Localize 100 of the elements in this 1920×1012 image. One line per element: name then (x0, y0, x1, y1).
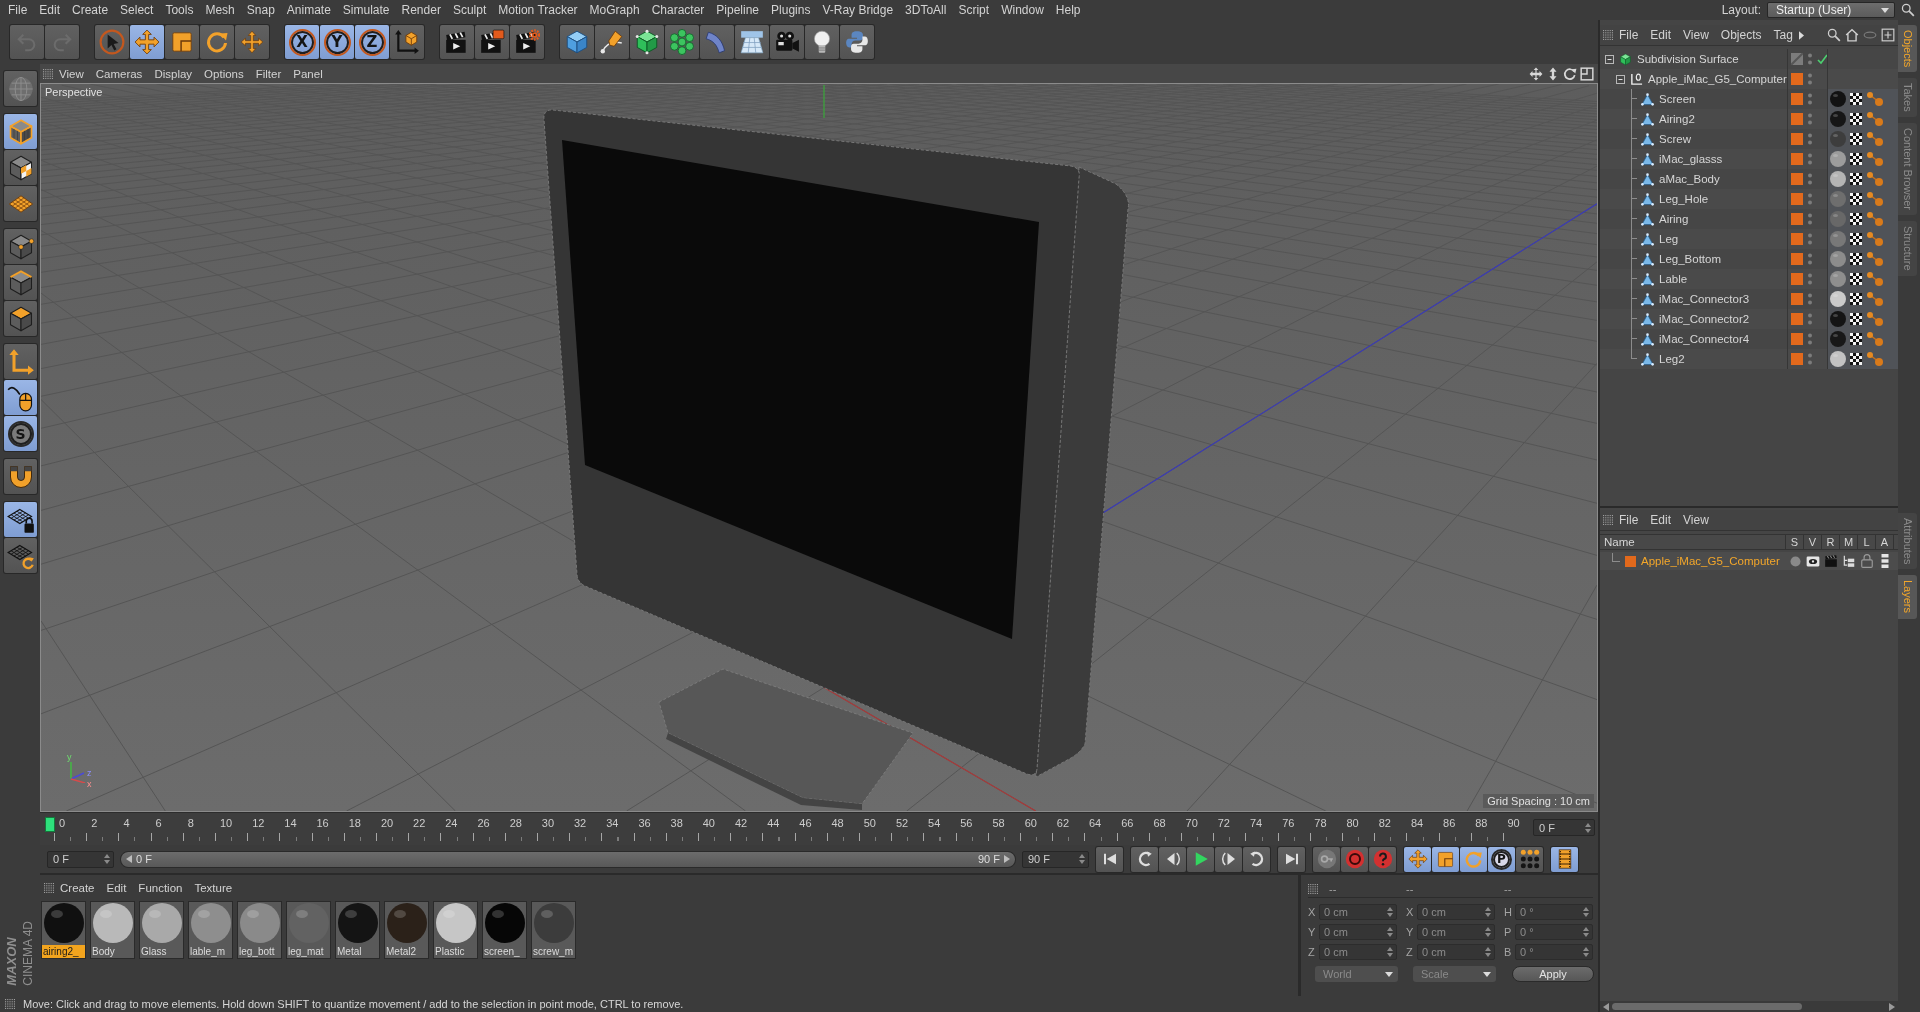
material-tile[interactable]: airing2_ (41, 901, 86, 959)
dot-pair-icon[interactable] (1866, 171, 1884, 187)
menu-item[interactable]: Create (54, 879, 101, 897)
next-key-button[interactable] (1243, 846, 1270, 872)
play-button[interactable] (1187, 846, 1214, 872)
material-tile[interactable]: Metal (335, 901, 380, 959)
lock-icon[interactable] (1861, 554, 1873, 568)
menu-item[interactable]: View (1677, 26, 1715, 44)
menu-item[interactable]: Render (395, 1, 447, 19)
grip-icon[interactable] (43, 68, 53, 79)
layer-swatch-icon[interactable] (1791, 73, 1803, 85)
menu-item[interactable]: Function (132, 879, 189, 897)
layer-swatch-icon[interactable] (1791, 193, 1803, 205)
object-row[interactable]: iMac_Connector2 (1600, 309, 1898, 329)
points-mode-button[interactable] (4, 229, 37, 264)
floor-button[interactable] (735, 25, 769, 59)
checker-tag-icon[interactable] (1850, 113, 1862, 125)
model-mode-button[interactable] (4, 114, 37, 149)
menu-item[interactable]: File (1613, 511, 1645, 529)
menu-item[interactable]: Cameras (89, 64, 149, 83)
material-tile[interactable]: screw_m (531, 901, 576, 959)
dot-pair-icon[interactable] (1866, 231, 1884, 247)
menu-item[interactable]: File (1613, 26, 1645, 44)
layer-swatch-icon[interactable] (1791, 253, 1803, 265)
dot-pair-icon[interactable] (1866, 191, 1884, 207)
checker-tag-icon[interactable] (1850, 233, 1862, 245)
column-header[interactable]: V (1804, 535, 1822, 549)
object-row[interactable]: Leg (1600, 229, 1898, 249)
menu-item[interactable]: Edit (1644, 511, 1678, 529)
layer-swatch-icon[interactable] (1791, 353, 1803, 365)
visibility-dots-icon[interactable] (1807, 252, 1813, 266)
visibility-dots-icon[interactable] (1807, 132, 1813, 146)
menu-item[interactable]: Tag (1767, 26, 1799, 44)
object-row[interactable]: Leg2 (1600, 349, 1898, 369)
dot-pair-icon[interactable] (1866, 311, 1884, 327)
dot-pair-icon[interactable] (1866, 211, 1884, 227)
column-header[interactable]: A (1876, 535, 1894, 549)
dot-pair-icon[interactable] (1866, 151, 1884, 167)
workplane-mode-button[interactable] (4, 186, 37, 221)
monitor-model-drawing[interactable] (543, 109, 1129, 810)
subdivision-button[interactable] (630, 25, 664, 59)
current-frame-field[interactable]: 0 F (1533, 819, 1595, 836)
go-to-start-button[interactable] (1096, 846, 1123, 872)
next-frame-button[interactable] (1215, 846, 1242, 872)
menu-item[interactable]: File (2, 1, 34, 19)
menu-item[interactable]: Mesh (199, 1, 241, 19)
dot-pair-icon[interactable] (1866, 251, 1884, 267)
plus-box-icon[interactable] (1881, 28, 1895, 42)
object-row[interactable]: Airing2 (1600, 109, 1898, 129)
menu-item[interactable]: View (1677, 511, 1715, 529)
layer-swatch-icon[interactable] (1791, 293, 1803, 305)
snap-button[interactable] (4, 459, 37, 494)
checker-tag-icon[interactable] (1850, 273, 1862, 285)
layer-swatch-icon[interactable] (1791, 153, 1803, 165)
menu-item[interactable]: Help (1049, 1, 1087, 19)
workplane-lock-button[interactable] (4, 502, 37, 537)
material-tile[interactable]: Glass (139, 901, 184, 959)
column-header[interactable]: Name (1600, 535, 1786, 549)
checker-tag-icon[interactable] (1850, 253, 1862, 265)
minus-box-icon[interactable] (1616, 74, 1625, 84)
rotation-key-button[interactable] (1460, 846, 1487, 872)
menu-item[interactable]: Character (645, 1, 711, 19)
material-sphere-icon[interactable] (1830, 171, 1846, 187)
menu-item[interactable]: Objects (1714, 26, 1768, 44)
workplane-align-button[interactable] (4, 538, 37, 573)
dot-pair-icon[interactable] (1866, 91, 1884, 107)
dot-pair-icon[interactable] (1866, 111, 1884, 127)
minus-box-icon[interactable] (1605, 54, 1614, 64)
menu-item[interactable]: Motion Tracker (492, 1, 584, 19)
menu-item[interactable]: Tools (159, 1, 200, 19)
side-tab[interactable]: Objects (1898, 25, 1917, 73)
layer-swatch-icon[interactable] (1791, 113, 1803, 125)
visibility-dots-icon[interactable] (1807, 72, 1813, 86)
object-row[interactable]: iMac_glasss (1600, 149, 1898, 169)
material-tile[interactable]: leg_bott (237, 901, 282, 959)
dot-pair-icon[interactable] (1866, 331, 1884, 347)
visibility-dots-icon[interactable] (1807, 352, 1813, 366)
move-view-icon[interactable] (1529, 66, 1543, 81)
left-arrow-icon[interactable] (1603, 1002, 1609, 1011)
grip-icon[interactable] (1308, 883, 1318, 894)
grip-icon[interactable] (5, 999, 15, 1009)
dot-pair-icon[interactable] (1866, 351, 1884, 367)
record-button[interactable] (1341, 846, 1368, 872)
range-slider[interactable]: 0 F 90 F (120, 850, 1016, 868)
light-button[interactable] (805, 25, 839, 59)
visibility-dots-icon[interactable] (1807, 232, 1813, 246)
checker-tag-icon[interactable] (1850, 293, 1862, 305)
layer-swatch-icon[interactable] (1791, 173, 1803, 185)
autokey-button[interactable] (1369, 846, 1396, 872)
checker-tag-icon[interactable] (1850, 153, 1862, 165)
scale-button[interactable] (165, 25, 199, 59)
layer-swatch-icon[interactable] (1791, 273, 1803, 285)
material-sphere-icon[interactable] (1830, 291, 1846, 307)
solo-dot-icon[interactable] (1789, 555, 1801, 567)
camera-label[interactable]: Perspective (45, 86, 103, 98)
more-arrow-icon[interactable] (1798, 30, 1804, 40)
timeline-button[interactable] (1551, 846, 1578, 872)
menu-item[interactable]: Display (148, 64, 199, 83)
start-frame-field[interactable]: 0 F (47, 850, 114, 868)
checker-tag-icon[interactable] (1850, 93, 1862, 105)
